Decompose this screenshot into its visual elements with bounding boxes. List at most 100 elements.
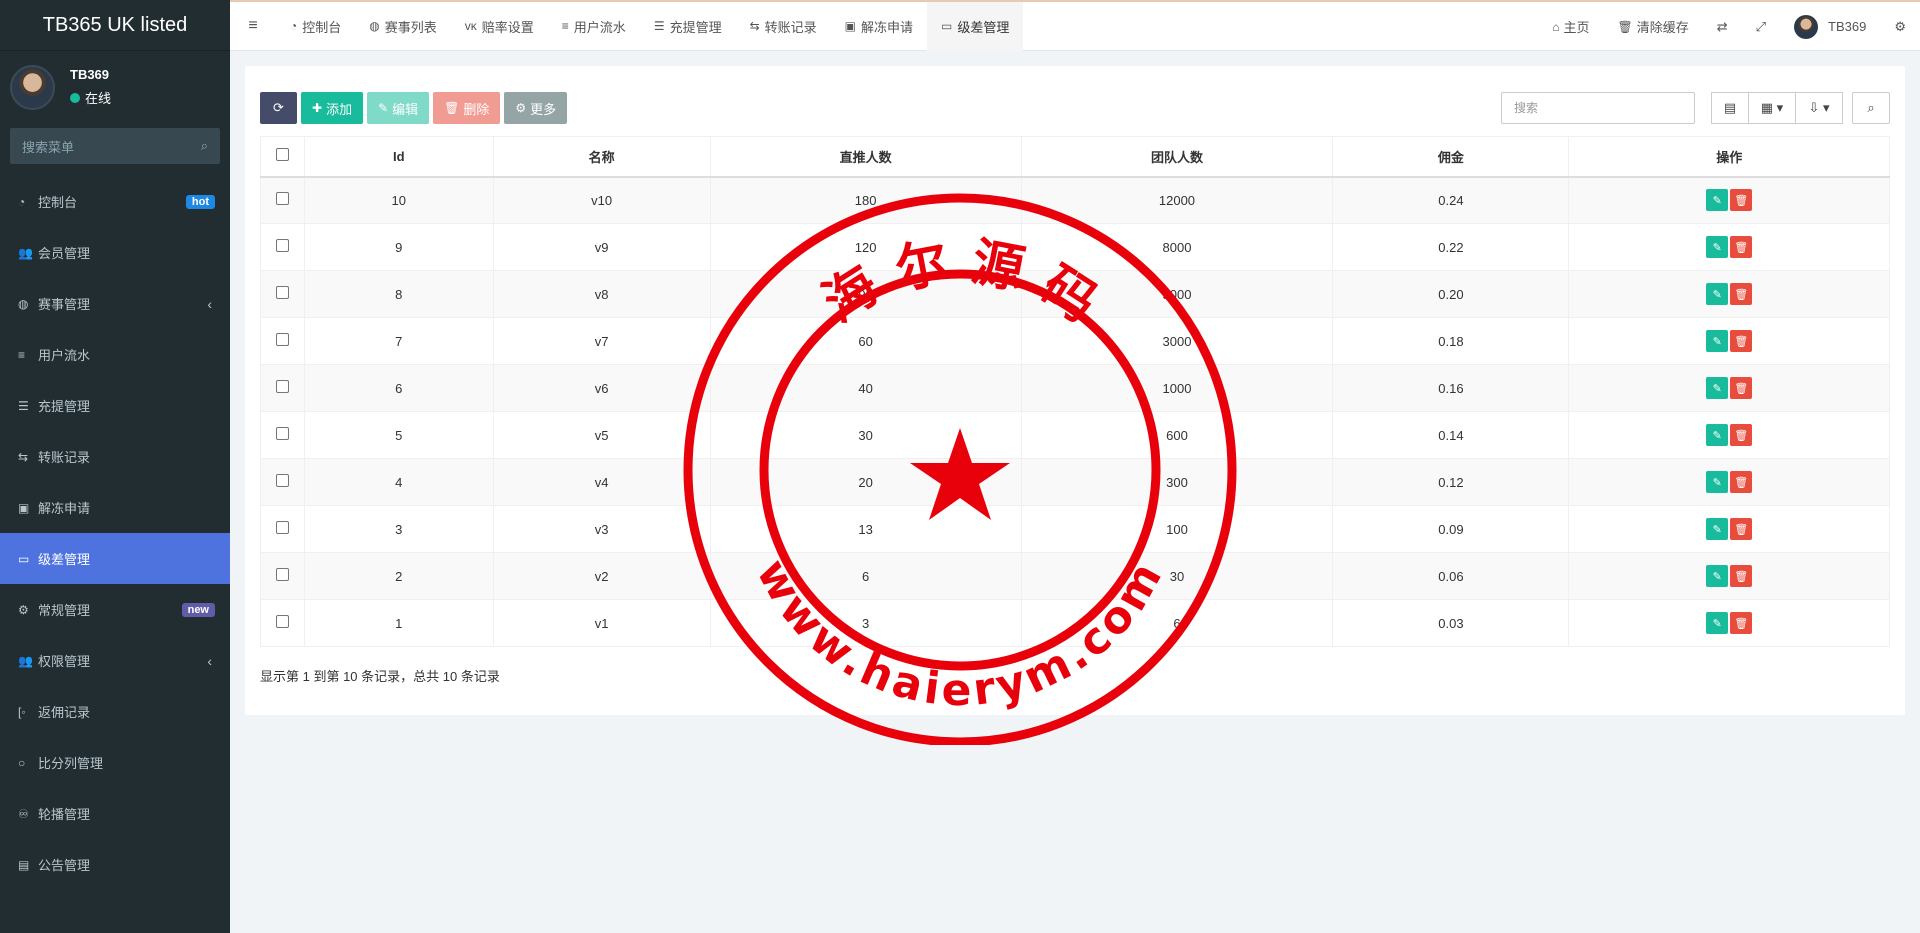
row-checkbox[interactable] (276, 521, 289, 534)
row-checkbox[interactable] (276, 239, 289, 252)
tab-6[interactable]: ▣ 解冻申请 (831, 2, 927, 51)
row-edit-button[interactable]: ✎ (1706, 283, 1729, 305)
sidebar-item-11[interactable]: ○ 比分列管理 (0, 737, 230, 788)
table-row[interactable]: 4 v4 20 300 0.12 ✎ 🗑 (260, 458, 1890, 506)
tab-0[interactable]: ◔ 控制台 (276, 2, 355, 51)
more-button[interactable]: ⚙ 更多 (504, 92, 568, 124)
sidebar-item-label: 比分列管理 (38, 756, 104, 771)
sidebar-item-6[interactable]: ▣ 解冻申请 (0, 482, 230, 533)
row-edit-button[interactable]: ✎ (1706, 565, 1729, 587)
row-checkbox[interactable] (276, 380, 289, 393)
column-header[interactable]: 团队人数 (1020, 136, 1334, 178)
row-delete-button[interactable]: 🗑 (1730, 236, 1753, 258)
table-row[interactable]: 3 v3 13 100 0.09 ✎ 🗑 (260, 505, 1890, 553)
row-edit-button[interactable]: ✎ (1706, 189, 1729, 212)
table-search (1501, 92, 1695, 124)
tab-label: 级差管理 (957, 19, 1010, 35)
tab-7[interactable]: ▭ 级差管理 (927, 1, 1024, 51)
table-cell: 4 (304, 458, 494, 506)
fullscreen-icon[interactable]: ⤢ (1742, 19, 1780, 35)
column-header[interactable]: Id (304, 136, 494, 178)
table-cell: 30 (1020, 552, 1334, 600)
row-edit-button[interactable]: ✎ (1706, 377, 1729, 399)
table-cell: v10 (492, 176, 711, 224)
row-edit-button[interactable]: ✎ (1706, 330, 1729, 352)
menu-search-input[interactable]: 搜索菜单 ⌕ (10, 128, 220, 164)
table-row[interactable]: 5 v5 30 600 0.14 ✎ 🗑 (260, 411, 1890, 459)
sidebar-item-4[interactable]: ☰ 充提管理 (0, 380, 230, 431)
sidebar-item-1[interactable]: 👥 会员管理 (0, 227, 230, 278)
clear-cache-button[interactable]: 🗑 清除缓存 (1603, 17, 1702, 36)
row-delete-button[interactable]: 🗑 (1730, 612, 1753, 634)
tab-label: 解冻申请 (861, 19, 914, 35)
sidebar-item-2[interactable]: ◍ 赛事管理 ‹ (0, 278, 230, 329)
columns-button[interactable]: ▦ ▾ (1748, 92, 1796, 124)
row-checkbox[interactable] (276, 474, 289, 487)
row-delete-button[interactable]: 🗑 (1730, 565, 1753, 587)
sidebar-item-13[interactable]: ▤ 公告管理 (0, 839, 230, 890)
row-edit-button[interactable]: ✎ (1706, 471, 1729, 493)
select-all-checkbox[interactable] (276, 148, 289, 162)
row-delete-button[interactable]: 🗑 (1730, 377, 1753, 399)
search-input[interactable] (1501, 92, 1695, 124)
sidebar-item-8[interactable]: ⚙ 常规管理 new (0, 584, 230, 635)
user-menu[interactable]: TB369 (1780, 14, 1880, 39)
refresh-button[interactable]: ⟳ (260, 92, 297, 124)
edit-button[interactable]: ✎ 编辑 (367, 92, 430, 124)
row-delete-button[interactable]: 🗑 (1730, 189, 1753, 212)
sidebar-item-0[interactable]: ◔ 控制台 hot (0, 176, 230, 227)
row-checkbox[interactable] (276, 615, 289, 628)
language-icon[interactable]: ⇄ (1703, 19, 1742, 35)
row-delete-button[interactable]: 🗑 (1730, 330, 1753, 352)
sidebar-toggle-icon[interactable]: ≡ (230, 17, 276, 35)
tab-3[interactable]: ≡ 用户流水 (548, 2, 640, 51)
sidebar-item-7[interactable]: ▭ 级差管理 (0, 533, 230, 584)
row-checkbox[interactable] (276, 427, 289, 440)
table-row[interactable]: 1 v1 3 6 0.03 ✎ 🗑 (260, 599, 1890, 647)
group-icon: 👥 (18, 653, 33, 668)
table-row[interactable]: 10 v10 180 12000 0.24 ✎ 🗑 (260, 176, 1890, 224)
row-delete-button[interactable]: 🗑 (1730, 424, 1753, 446)
row-checkbox[interactable] (276, 333, 289, 346)
brand-logo[interactable]: TB365 UK listed (0, 0, 230, 51)
sidebar-item-10[interactable]: [◦ 返佣记录 (0, 686, 230, 737)
data-table: Id 名称 直推人数 团队人数 佣金 操作 10 v10 180 12000 0.24 ✎ 🗑 9 v9 1… (260, 136, 1890, 647)
column-header[interactable]: 佣金 (1332, 136, 1570, 178)
row-delete-button[interactable]: 🗑 (1730, 471, 1753, 493)
sidebar-item-9[interactable]: 👥 权限管理 ‹ (0, 635, 230, 686)
column-header[interactable]: 名称 (492, 136, 711, 178)
home-link[interactable]: ⌂ 主页 (1538, 17, 1603, 36)
export-button[interactable]: ⇩ ▾ (1795, 92, 1843, 124)
row-edit-button[interactable]: ✎ (1706, 612, 1729, 634)
table-row[interactable]: 7 v7 60 3000 0.18 ✎ 🗑 (260, 317, 1890, 365)
row-checkbox[interactable] (276, 568, 289, 581)
table-row[interactable]: 6 v6 40 1000 0.16 ✎ 🗑 (260, 364, 1890, 412)
row-checkbox[interactable] (276, 192, 289, 206)
tab-4[interactable]: ☰ 充提管理 (640, 2, 736, 51)
row-delete-button[interactable]: 🗑 (1730, 518, 1753, 540)
delete-button[interactable]: 🗑 删除 (433, 92, 501, 124)
table-cell: 1 (304, 599, 494, 647)
row-edit-button[interactable]: ✎ (1706, 518, 1729, 540)
table-row[interactable]: 9 v9 120 8000 0.22 ✎ 🗑 (260, 223, 1890, 271)
column-header[interactable]: 直推人数 (709, 136, 1022, 178)
table-row[interactable]: 2 v2 6 30 0.06 ✎ 🗑 (260, 552, 1890, 600)
toggle-view-button[interactable]: ▤ (1711, 92, 1749, 124)
sidebar-item-3[interactable]: ≡ 用户流水 (0, 329, 230, 380)
add-button[interactable]: ✚ 添加 (301, 92, 364, 124)
row-edit-button[interactable]: ✎ (1706, 424, 1729, 446)
row-edit-button[interactable]: ✎ (1706, 236, 1729, 258)
table-row[interactable]: 8 v8 90 5000 0.20 ✎ 🗑 (260, 270, 1890, 318)
sidebar-item-label: 轮播管理 (38, 807, 91, 822)
sidebar-item-12[interactable]: ♾ 轮播管理 (0, 788, 230, 839)
tab-2[interactable]: ᴠᴋ 赔率设置 (451, 2, 548, 51)
status-label: 在线 (85, 91, 112, 106)
column-header[interactable]: 操作 (1568, 136, 1890, 178)
sidebar-item-5[interactable]: ⇆ 转账记录 (0, 431, 230, 482)
row-delete-button[interactable]: 🗑 (1730, 283, 1753, 305)
row-checkbox[interactable] (276, 286, 289, 299)
search-toggle-button[interactable]: ⌕ (1852, 92, 1890, 124)
tab-5[interactable]: ⇆ 转账记录 (736, 2, 831, 51)
tab-1[interactable]: ◍ 赛事列表 (355, 2, 451, 51)
settings-gear-icon[interactable]: ⚙ (1880, 19, 1920, 35)
